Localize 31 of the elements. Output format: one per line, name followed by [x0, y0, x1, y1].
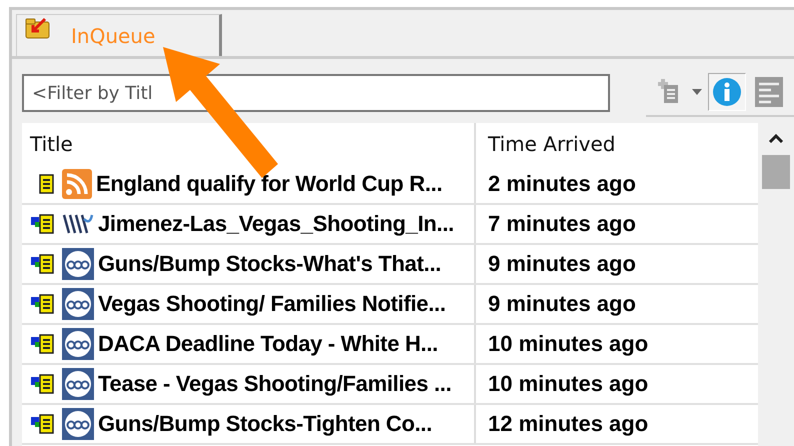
wave-logo-icon	[62, 213, 94, 235]
scroll-up-icon[interactable]	[768, 133, 784, 143]
list-icon	[754, 76, 784, 108]
arrival-time: 2 minutes ago	[487, 170, 637, 198]
column-header[interactable]: Time Arrived	[476, 123, 758, 165]
arrival-time: 9 minutes ago	[487, 290, 637, 318]
circle-logo-icon	[62, 368, 94, 400]
circle-logo-icon	[62, 288, 94, 320]
circle-logo-icon	[62, 328, 94, 360]
rss-icon	[62, 169, 92, 199]
scroll-thumb[interactable]	[762, 155, 790, 189]
arrival-time: 10 minutes ago	[487, 330, 650, 358]
scrollbar[interactable]	[758, 123, 794, 446]
caret-icon	[692, 89, 702, 95]
item-title: Guns/Bump Stocks-What's That...	[98, 251, 442, 277]
arrival-time: 10 minutes ago	[487, 370, 650, 398]
filter-field[interactable]: <Filter by Titl	[22, 74, 610, 112]
item-title: Jimenez-Las_Vegas_Shooting_In...	[98, 211, 454, 237]
item-title: Tease - Vegas Shooting/Families ...	[98, 371, 452, 397]
info-icon	[712, 77, 742, 107]
item-title: Vegas Shooting/ Families Notifie...	[98, 291, 446, 317]
item-title: DACA Deadline Today - White H...	[98, 331, 438, 357]
item-title: England qualify for World Cup R...	[96, 171, 442, 197]
item-title: Guns/Bump Stocks-Tighten Co...	[98, 411, 432, 437]
info-button[interactable]	[708, 73, 746, 111]
arrival-time: 9 minutes ago	[487, 250, 637, 278]
arrival-time: 7 minutes ago	[487, 210, 637, 238]
arrival-time: 12 minutes ago	[487, 410, 650, 438]
folder-icon	[25, 17, 51, 39]
circle-logo-icon	[62, 408, 94, 440]
circle-logo-icon	[62, 248, 94, 280]
